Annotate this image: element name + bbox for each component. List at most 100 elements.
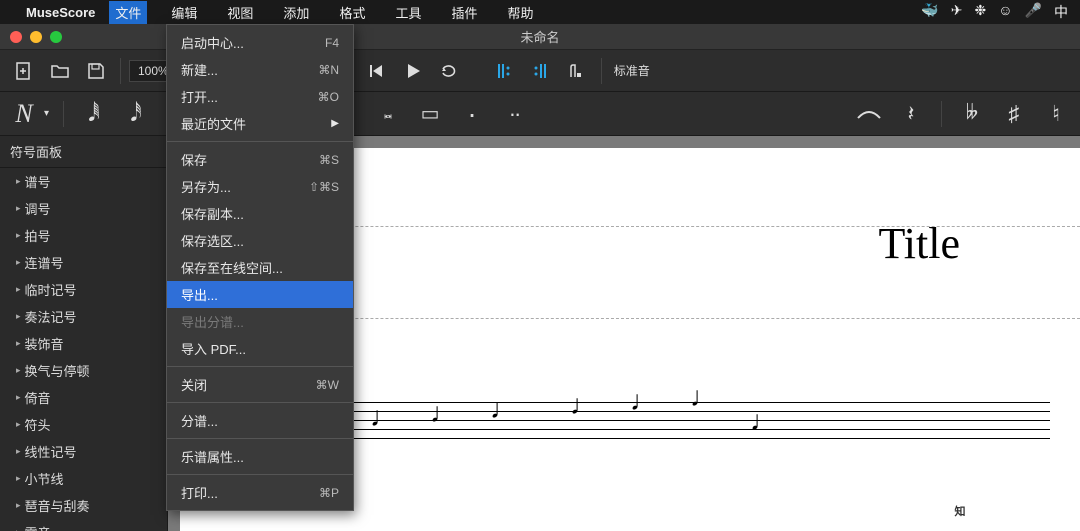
palette-item[interactable]: 换气与停顿 [0,357,167,384]
file-menu-item[interactable]: 另存为... ⇧⌘S [167,173,353,200]
palette-item[interactable]: 奏法记号 [0,303,167,330]
menu-item-label: 导入 PDF... [181,339,246,358]
app-name[interactable]: MuseScore [26,5,95,20]
open-file-button[interactable] [44,55,76,87]
palette-item[interactable]: 倚音 [0,384,167,411]
midi-button[interactable] [561,55,593,87]
file-menu-item[interactable]: 打开... ⌘O [167,83,353,110]
minimize-window-button[interactable] [30,31,42,43]
smiley-icon[interactable]: ☺ [998,2,1012,22]
new-file-button[interactable] [8,55,40,87]
menu-view[interactable]: 视图 [221,1,259,24]
settings-icon[interactable]: ❉ [975,2,987,22]
file-menu-item[interactable]: 关闭⌘W [167,371,353,398]
zhihu-logo-icon: 知 [950,501,970,521]
file-menu-item[interactable]: 启动中心...F4 [167,29,353,56]
palette-item[interactable]: 震音 [0,519,167,531]
menu-item-label: 导出... [181,285,218,304]
send-icon[interactable]: ✈ [951,2,963,22]
note-input-toolbar: N ▾ 𝅘𝅥𝅱 𝅘𝅥𝅰 𝅘𝅥𝅯 𝅘𝅥𝅮 𝅘𝅥 𝅗𝅥 𝅝 𝅜 ▭ · ·· 𝄽 𝄫… [0,92,1080,136]
docker-icon[interactable]: 🐳 [921,2,938,22]
loop-out-button[interactable] [525,55,557,87]
palette-item[interactable]: 琶音与刮奏 [0,492,167,519]
palette-item[interactable]: 线性记号 [0,438,167,465]
file-menu-item: 导出分谱... [167,308,353,335]
note-64th-button[interactable]: 𝅘𝅥𝅱 [78,96,110,132]
menu-item-label: 打开... [181,87,218,106]
palette-item[interactable]: 调号 [0,195,167,222]
file-menu-item[interactable]: 分谱... [167,407,353,434]
menu-shortcut: ⇧⌘S [309,180,339,194]
rewind-button[interactable] [361,55,393,87]
rest-button[interactable]: 𝄽 [895,96,927,132]
dot-button[interactable]: · [456,96,488,132]
file-menu-item[interactable]: 最近的文件▶ [167,110,353,137]
sharp-button[interactable]: ♯ [998,96,1030,132]
note-icon[interactable]: ♩ [490,394,518,426]
palette-item[interactable]: 临时记号 [0,276,167,303]
menu-shortcut: ⌘O [318,90,339,104]
double-flat-button[interactable]: 𝄫 [956,96,988,132]
palette-item[interactable]: 拍号 [0,222,167,249]
file-menu-item[interactable]: 乐谱属性... [167,443,353,470]
file-menu-item[interactable]: 保存副本... [167,200,353,227]
menu-separator [167,141,353,142]
menu-file[interactable]: 文件 [109,1,147,24]
menu-plugins[interactable]: 插件 [445,1,483,24]
menu-tools[interactable]: 工具 [389,1,427,24]
menu-item-label: 导出分谱... [181,312,244,331]
file-menu-item[interactable]: 导入 PDF... [167,335,353,362]
mic-icon[interactable]: 🎤 [1025,2,1042,22]
menu-item-label: 另存为... [181,177,231,196]
menu-edit[interactable]: 编辑 [165,1,203,24]
file-menu-item[interactable]: 打印...⌘P [167,479,353,506]
play-button[interactable] [397,55,429,87]
close-window-button[interactable] [10,31,22,43]
menu-shortcut: ⌘W [316,378,339,392]
menu-item-label: 最近的文件 [181,114,246,133]
loop-in-button[interactable] [489,55,521,87]
file-menu-item[interactable]: 保存至在线空间... [167,254,353,281]
palette-item[interactable]: 谱号 [0,168,167,195]
note-breve-button[interactable]: 𝅜 [372,96,404,132]
note-32nd-button[interactable]: 𝅘𝅥𝅰 [120,96,152,132]
palette-item[interactable]: 符头 [0,411,167,438]
palette-item[interactable]: 装饰音 [0,330,167,357]
ime-icon[interactable]: 中 [1054,2,1068,22]
maximize-window-button[interactable] [50,31,62,43]
palette-panel: 符号面板 谱号调号拍号连谱号临时记号奏法记号装饰音换气与停顿倚音符头线性记号小节… [0,136,168,531]
score-title[interactable]: Title [878,218,960,269]
window-titlebar: 未命名 [0,24,1080,50]
natural-button[interactable]: ♮ [1040,96,1072,132]
note-input-mode-button[interactable]: N [8,96,40,132]
note-icon[interactable]: ♩ [570,390,598,422]
note-icon[interactable]: ♩ [430,398,458,430]
file-menu-item[interactable]: 保存选区... [167,227,353,254]
menubar-status-icons: 🐳 ✈ ❉ ☺ 🎤 中 [921,2,1068,22]
menu-item-label: 保存 [181,150,207,169]
double-dot-button[interactable]: ·· [498,96,530,132]
chevron-down-icon[interactable]: ▾ [44,108,49,119]
note-icon[interactable]: ♩ [690,382,718,414]
note-icon[interactable]: ♩ [750,406,778,438]
menu-add[interactable]: 添加 [277,1,315,24]
mac-menubar: MuseScore 文件 编辑 视图 添加 格式 工具 插件 帮助 🐳 ✈ ❉ … [0,0,1080,24]
menu-shortcut: ⌘S [319,153,339,167]
tie-button[interactable] [853,96,885,132]
note-icon[interactable]: ♩ [630,386,658,418]
note-icon[interactable]: ♩ [370,402,398,434]
file-menu-item[interactable]: 新建...⌘N [167,56,353,83]
menu-shortcut: F4 [325,36,339,50]
main-toolbar: 100% ▾ 多页面视图 ▾ 标准音 [0,50,1080,92]
menu-help[interactable]: 帮助 [501,1,539,24]
save-button[interactable] [80,55,112,87]
file-menu-item[interactable]: 导出... [167,281,353,308]
palette-item[interactable]: 连谱号 [0,249,167,276]
zoom-value: 100% [138,64,169,78]
concert-pitch-button[interactable]: 标准音 [610,55,654,87]
loop-button[interactable] [433,55,465,87]
note-longa-button[interactable]: ▭ [414,96,446,132]
palette-item[interactable]: 小节线 [0,465,167,492]
file-menu-item[interactable]: 保存 ⌘S [167,146,353,173]
menu-format[interactable]: 格式 [333,1,371,24]
